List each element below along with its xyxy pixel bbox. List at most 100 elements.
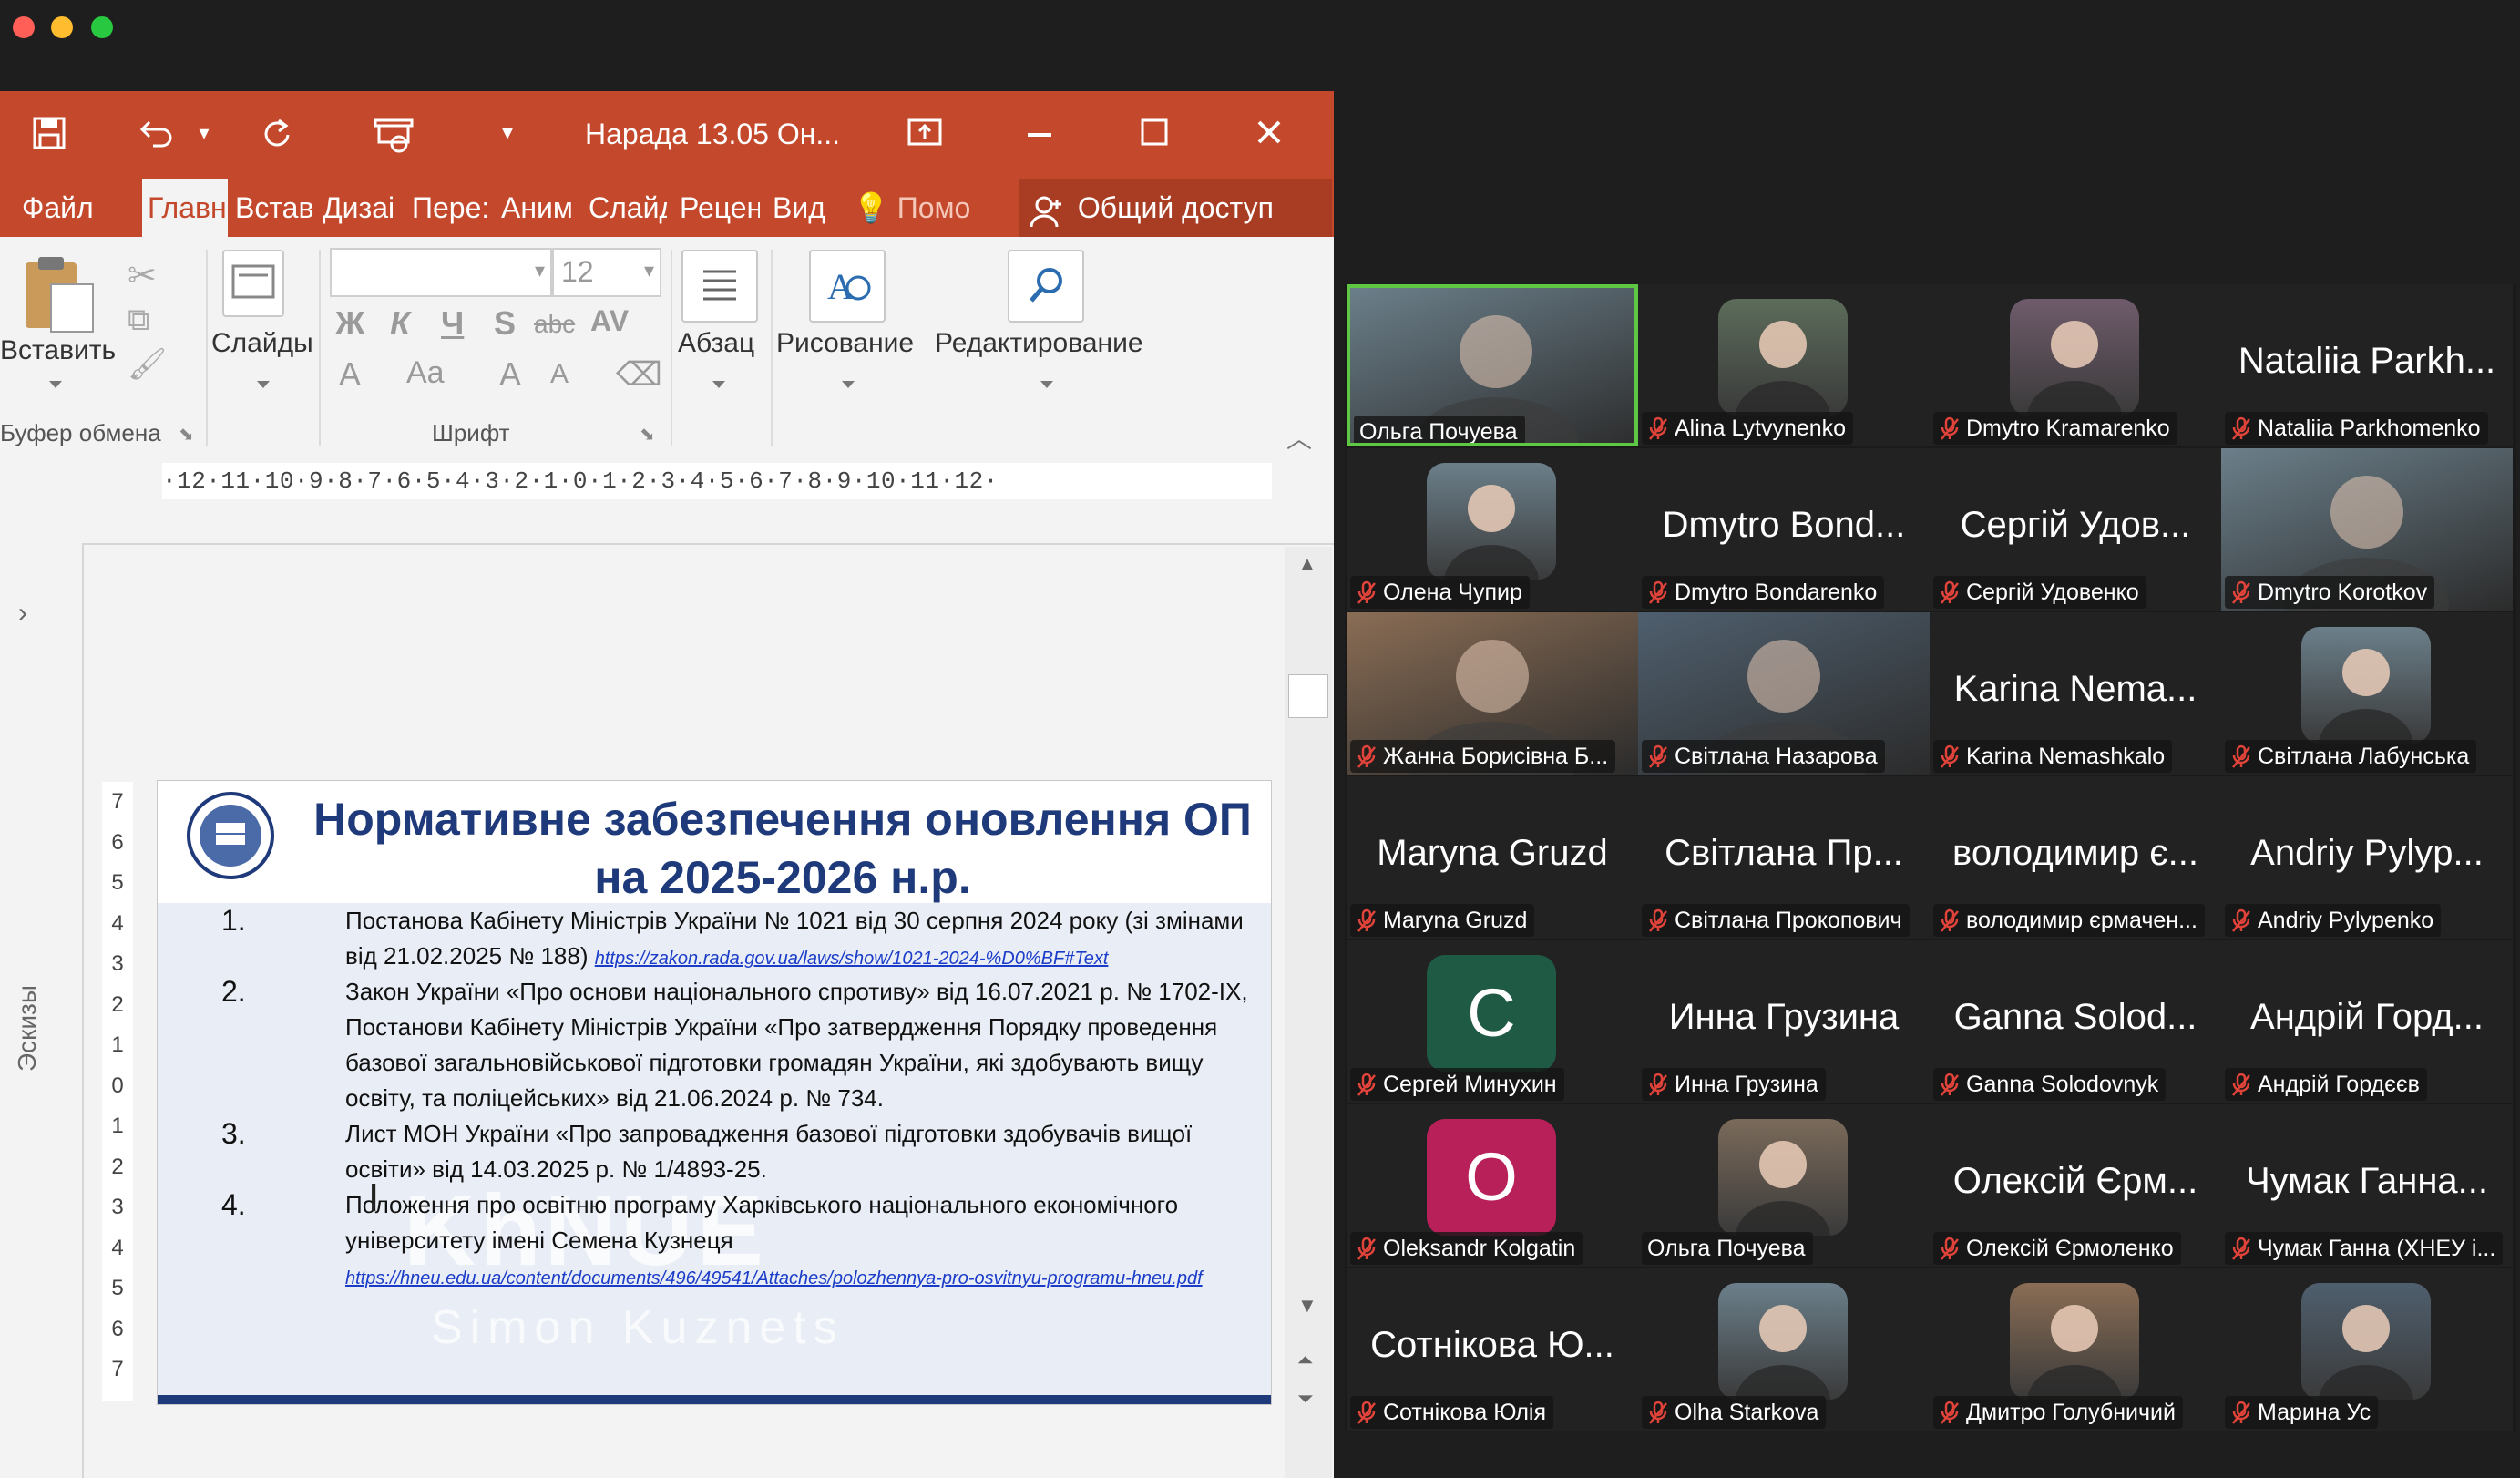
- tell-me-search[interactable]: 💡 Помо: [853, 179, 989, 237]
- ribbon-display-icon[interactable]: [902, 108, 948, 159]
- expand-thumbnails-icon[interactable]: ›: [18, 598, 27, 629]
- paragraph-button[interactable]: Абзац: [678, 328, 754, 359]
- participant-nameplate: Олена Чупир: [1350, 576, 1530, 609]
- participant-tile[interactable]: O Oleksandr Kolgatin: [1347, 1104, 1638, 1267]
- participant-tile[interactable]: Dmytro Kramarenko: [1930, 284, 2221, 446]
- cut-icon[interactable]: ✂: [128, 255, 157, 296]
- tab-insert[interactable]: Встав: [235, 179, 319, 237]
- underline-button[interactable]: Ч: [441, 304, 464, 343]
- fullscreen-window-button[interactable]: [91, 16, 113, 38]
- participant-tile[interactable]: Олена Чупир: [1347, 448, 1638, 611]
- tab-animations[interactable]: Аним: [501, 179, 583, 237]
- bold-button[interactable]: Ж: [335, 304, 365, 343]
- font-launcher-icon[interactable]: ⬊: [640, 423, 655, 446]
- participant-tile[interactable]: Ольга Почуева: [1347, 284, 1638, 446]
- participant-tile[interactable]: Марина Ус: [2221, 1268, 2513, 1431]
- participant-tile[interactable]: Nataliia Parkh... Nataliia Parkhomenko: [2221, 284, 2513, 446]
- italic-button[interactable]: К: [390, 304, 410, 343]
- save-icon[interactable]: [27, 108, 73, 159]
- scroll-up-icon[interactable]: ▲: [1297, 552, 1317, 576]
- participant-tile[interactable]: Олексій Єрм... Олексій Єрмоленко: [1930, 1104, 2221, 1267]
- participant-tile[interactable]: Світлана Лабунська: [2221, 612, 2513, 775]
- participant-tile[interactable]: Андрій Горд... Андрій Гордєєв: [2221, 940, 2513, 1103]
- font-color-icon[interactable]: A: [339, 355, 361, 394]
- undo-dropdown-icon[interactable]: ▾: [193, 108, 215, 159]
- clipboard-launcher-icon[interactable]: ⬊: [179, 423, 194, 446]
- tab-home[interactable]: Главн: [142, 179, 228, 237]
- share-button[interactable]: Общий доступ: [1019, 179, 1332, 237]
- drawing-icon[interactable]: A: [809, 250, 886, 323]
- shadow-button[interactable]: S: [494, 304, 516, 343]
- scroll-down-icon[interactable]: ▼: [1297, 1294, 1317, 1318]
- participant-tile[interactable]: Olha Starkova: [1638, 1268, 1930, 1431]
- new-slide-icon[interactable]: [222, 250, 284, 317]
- participant-display-name: Andriy Pylyp...: [2250, 833, 2484, 873]
- participant-tile[interactable]: Alina Lytvynenko: [1638, 284, 1930, 446]
- participant-tile[interactable]: Maryna Gruzd Maryna Gruzd: [1347, 776, 1638, 939]
- font-name-input[interactable]: ▾: [330, 248, 552, 297]
- editing-dropdown-icon[interactable]: [1040, 381, 1053, 388]
- participant-tile[interactable]: володимир є... володимир єрмачен...: [1930, 776, 2221, 939]
- strikethrough-button[interactable]: abc: [534, 310, 575, 339]
- vertical-scrollbar[interactable]: ▲ ▼ ⏶ ⏷: [1285, 547, 1332, 1478]
- format-painter-icon[interactable]: 🖌: [128, 346, 167, 383]
- drawing-button[interactable]: Рисование: [776, 328, 914, 359]
- list-link[interactable]: https://hneu.edu.ua/content/documents/49…: [345, 1268, 1203, 1288]
- paragraph-dropdown-icon[interactable]: [712, 381, 725, 388]
- find-icon[interactable]: [1008, 250, 1084, 323]
- participant-tile[interactable]: С Сергей Минухин: [1347, 940, 1638, 1103]
- previous-slide-icon[interactable]: ⏶: [1297, 1349, 1314, 1372]
- tab-design[interactable]: Дизаі: [323, 179, 399, 237]
- tab-transitions[interactable]: Пере:: [412, 179, 488, 237]
- close-icon[interactable]: [1246, 108, 1292, 159]
- paste-icon[interactable]: [18, 253, 98, 335]
- redo-icon[interactable]: [253, 108, 299, 159]
- minimize-window-button[interactable]: [51, 16, 73, 38]
- font-size-dropdown-icon[interactable]: ▾: [644, 259, 654, 282]
- scroll-thumb[interactable]: [1288, 674, 1328, 718]
- character-spacing-button[interactable]: AV: [590, 304, 629, 338]
- participant-tile[interactable]: Світлана Пр... Світлана Прокопович: [1638, 776, 1930, 939]
- font-size-input[interactable]: 12 ▾: [552, 248, 661, 297]
- participant-tile[interactable]: Дмитро Голубничий: [1930, 1268, 2221, 1431]
- participant-tile[interactable]: Сотнікова Ю... Сотнікова Юлія: [1347, 1268, 1638, 1431]
- participant-tile[interactable]: Dmytro Bond... Dmytro Bondarenko: [1638, 448, 1930, 611]
- close-window-button[interactable]: [13, 16, 35, 38]
- increase-font-icon[interactable]: A: [499, 355, 521, 394]
- tab-review[interactable]: Рецен: [680, 179, 760, 237]
- editing-button[interactable]: Редактирование: [935, 328, 1143, 359]
- participant-tile[interactable]: Світлана Назарова: [1638, 612, 1930, 775]
- slides-dropdown-icon[interactable]: [257, 381, 270, 388]
- tab-slideshow[interactable]: Слайд: [589, 179, 667, 237]
- participant-tile[interactable]: Karina Nema... Karina Nemashkalo: [1930, 612, 2221, 775]
- paste-button[interactable]: Вставить: [0, 335, 116, 366]
- tab-file[interactable]: Файл: [22, 179, 131, 237]
- slides-button[interactable]: Слайды: [211, 328, 313, 359]
- participant-tile[interactable]: Andriy Pylyp... Andriy Pylypenko: [2221, 776, 2513, 939]
- clear-formatting-icon[interactable]: ⌫: [616, 355, 662, 394]
- drawing-dropdown-icon[interactable]: [842, 381, 855, 388]
- change-case-icon[interactable]: Aa: [406, 355, 445, 391]
- customize-toolbar-icon[interactable]: ▾: [494, 108, 521, 159]
- next-slide-icon[interactable]: ⏷: [1297, 1387, 1314, 1411]
- participant-tile[interactable]: Жанна Борисівна Б...: [1347, 612, 1638, 775]
- undo-icon[interactable]: [133, 108, 179, 159]
- tab-view[interactable]: Вид: [773, 179, 836, 237]
- slide-canvas[interactable]: KhNUE Simon Kuznets Нормативне забезпече…: [157, 780, 1272, 1405]
- participant-tile[interactable]: Чумак Ганна... Чумак Ганна (ХНЕУ і...: [2221, 1104, 2513, 1267]
- participant-tile[interactable]: Ольга Почуева: [1638, 1104, 1930, 1267]
- slideshow-icon[interactable]: [370, 108, 421, 159]
- decrease-font-icon[interactable]: A: [550, 359, 569, 390]
- paste-dropdown-icon[interactable]: [49, 381, 62, 388]
- participant-tile[interactable]: Ganna Solod... Ganna Solodovnyk: [1930, 940, 2221, 1103]
- minimize-icon[interactable]: [1017, 108, 1062, 159]
- collapse-ribbon-icon[interactable]: ︿: [1286, 419, 1312, 456]
- font-name-dropdown-icon[interactable]: ▾: [535, 259, 545, 282]
- list-link[interactable]: https://zakon.rada.gov.ua/laws/show/1021…: [595, 949, 1109, 969]
- maximize-icon[interactable]: [1132, 108, 1177, 159]
- participant-tile[interactable]: Dmytro Korotkov: [2221, 448, 2513, 611]
- participant-tile[interactable]: Сергій Удов... Сергій Удовенко: [1930, 448, 2221, 611]
- copy-icon[interactable]: ⧉: [128, 303, 149, 338]
- paragraph-icon[interactable]: [681, 250, 758, 323]
- participant-tile[interactable]: Инна Грузина Инна Грузина: [1638, 940, 1930, 1103]
